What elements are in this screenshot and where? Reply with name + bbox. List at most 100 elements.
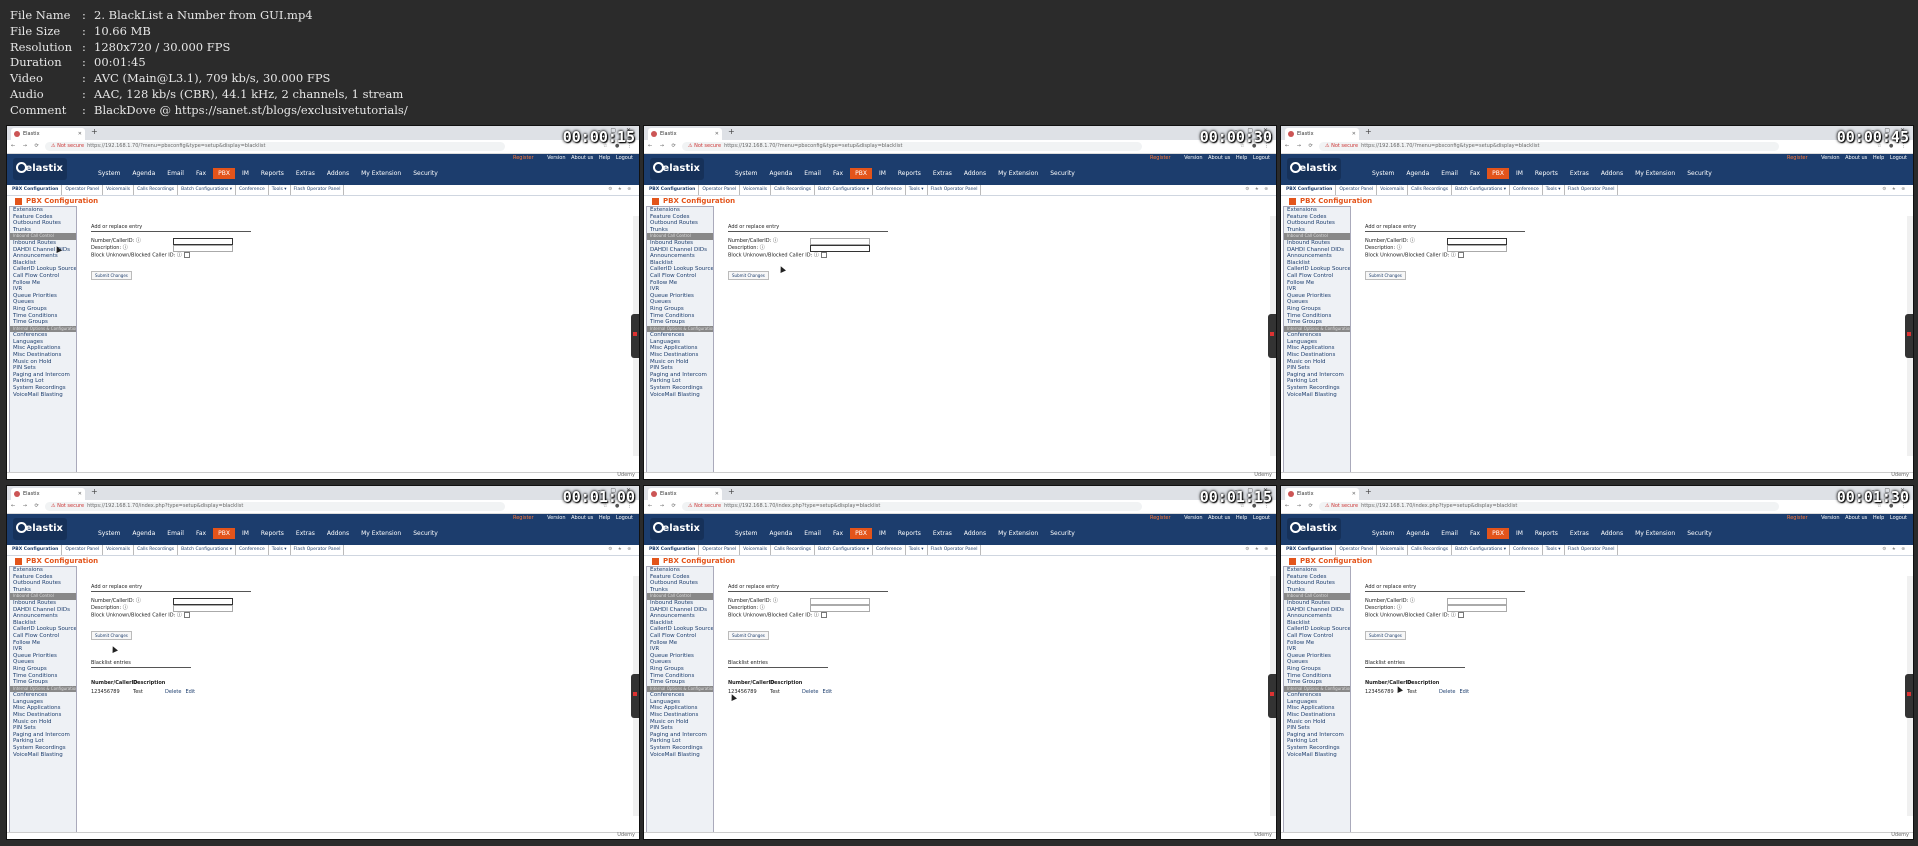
sidebar-item[interactable]: Outbound Routes [1284, 580, 1350, 587]
sidebar-item[interactable]: Time Groups [1284, 679, 1350, 686]
sidebar-item[interactable]: Paging and Intercom [10, 372, 76, 379]
submenu-item[interactable]: Flash Operator Panel [291, 185, 345, 195]
sidebar-item[interactable]: VoiceMail Blasting [10, 392, 76, 399]
sidebar-item[interactable]: Languages [10, 699, 76, 706]
new-tab-icon[interactable]: + [91, 127, 98, 136]
sidebar-item[interactable]: Time Conditions [1284, 673, 1350, 680]
submenu-item[interactable]: PBX Configuration [646, 545, 700, 555]
elastix-logo[interactable]: elastix [13, 158, 67, 180]
sidebar-item[interactable]: Misc Destinations [647, 712, 713, 719]
sidebar-item[interactable]: CallerID Lookup Sources [1284, 626, 1350, 633]
submenu-item[interactable]: PBX Configuration [1283, 545, 1337, 555]
sidebar-item[interactable]: DAHDI Channel DIDs [647, 247, 713, 254]
url-input[interactable]: ⚠ Not secure https://192.168.1.70/index.p… [1319, 502, 1779, 511]
version-link[interactable]: Version [1821, 155, 1839, 161]
sidebar-item[interactable]: Time Groups [647, 319, 713, 326]
menu-item[interactable]: Addons [322, 168, 354, 179]
submenu-item[interactable]: Voicemails [1377, 545, 1409, 555]
sidebar-item[interactable]: Time Conditions [647, 313, 713, 320]
submenu-item[interactable]: Conference [873, 545, 906, 555]
submit-button[interactable]: Submit Changes [728, 631, 769, 640]
version-link[interactable]: Version [547, 515, 565, 521]
menu-item[interactable]: Email [1436, 168, 1463, 179]
submenu-item[interactable]: Calls Recordings [771, 185, 816, 195]
menu-item[interactable]: Fax [191, 168, 211, 179]
sidebar-item[interactable]: Trunks [647, 587, 713, 594]
delete-link[interactable]: Delete [1439, 689, 1455, 695]
sidebar-item[interactable]: Queues [1284, 659, 1350, 666]
recorder-toolbar[interactable] [1905, 314, 1913, 358]
menu-item[interactable]: Fax [828, 528, 848, 539]
elastix-logo[interactable]: elastix [1287, 158, 1341, 180]
browser-tab[interactable]: Elastix ✕ [1285, 488, 1359, 500]
sidebar-item[interactable]: Queues [1284, 299, 1350, 306]
menu-item[interactable]: My Extension [1630, 528, 1680, 539]
sidebar-item[interactable]: Parking Lot [647, 378, 713, 385]
register-link[interactable]: Register [513, 155, 534, 161]
sidebar-item[interactable]: DAHDI Channel DIDs [10, 247, 76, 254]
submenu-item[interactable]: Batch Configurations ▾ [178, 545, 237, 555]
submenu-item[interactable]: Operator Panel [699, 545, 741, 555]
sidebar-item[interactable]: Inbound Routes [10, 600, 76, 607]
submenu-item[interactable]: Conference [236, 185, 269, 195]
sidebar-item[interactable]: Feature Codes [1284, 214, 1350, 221]
sidebar-item[interactable]: Extensions [10, 207, 76, 214]
sidebar-item[interactable]: Time Groups [1284, 319, 1350, 326]
sidebar-item[interactable]: Feature Codes [10, 574, 76, 581]
sidebar-item[interactable]: Parking Lot [10, 378, 76, 385]
menu-item[interactable]: Agenda [127, 528, 160, 539]
menu-item[interactable]: Extras [928, 528, 957, 539]
description-input[interactable] [173, 245, 233, 252]
logout-link[interactable]: Logout [1253, 155, 1270, 161]
browser-tab[interactable]: Elastix ✕ [648, 128, 722, 140]
menu-item[interactable]: Reports [256, 168, 289, 179]
sidebar-item[interactable]: Call Flow Control [647, 633, 713, 640]
sidebar-item[interactable]: Music on Hold [647, 719, 713, 726]
close-icon[interactable]: ✕ [1352, 488, 1356, 500]
submenu-item[interactable]: Flash Operator Panel [1565, 545, 1619, 555]
menu-item[interactable]: Reports [1530, 168, 1563, 179]
submit-button[interactable]: Submit Changes [728, 271, 769, 280]
sidebar-item[interactable]: Music on Hold [10, 359, 76, 366]
recorder-toolbar[interactable] [1268, 674, 1276, 718]
sidebar-item[interactable]: Feature Codes [1284, 574, 1350, 581]
sidebar-item[interactable]: DAHDI Channel DIDs [1284, 607, 1350, 614]
submit-button[interactable]: Submit Changes [1365, 271, 1406, 280]
menu-item[interactable]: Agenda [764, 528, 797, 539]
help-link[interactable]: Help [1236, 515, 1247, 521]
register-link[interactable]: Register [1150, 515, 1171, 521]
nav-buttons-icon[interactable]: ← → ⟳ [1285, 143, 1316, 149]
sidebar-item[interactable]: CallerID Lookup Sources [10, 626, 76, 633]
menu-item[interactable]: Security [1045, 168, 1080, 179]
submenu-item[interactable]: Calls Recordings [1408, 185, 1453, 195]
sidebar-item[interactable]: Inbound Routes [1284, 600, 1350, 607]
new-tab-icon[interactable]: + [1365, 487, 1372, 496]
menu-item[interactable]: Email [799, 168, 826, 179]
submit-button[interactable]: Submit Changes [91, 631, 132, 640]
sidebar-item[interactable]: Conferences [647, 692, 713, 699]
new-tab-icon[interactable]: + [728, 487, 735, 496]
sidebar-item[interactable]: IVR [1284, 286, 1350, 293]
sidebar-item[interactable]: Parking Lot [1284, 378, 1350, 385]
menu-item[interactable]: Email [799, 528, 826, 539]
submenu-item[interactable]: Batch Configurations ▾ [815, 185, 874, 195]
menu-item[interactable]: My Extension [356, 528, 406, 539]
sidebar-item[interactable]: Queue Priorities [647, 653, 713, 660]
sidebar-item[interactable]: Conferences [1284, 332, 1350, 339]
block-checkbox[interactable] [183, 252, 190, 258]
sidebar-item[interactable]: Ring Groups [10, 666, 76, 673]
sidebar-item[interactable]: Announcements [1284, 253, 1350, 260]
sidebar-item[interactable]: Music on Hold [10, 719, 76, 726]
help-link[interactable]: Help [1873, 515, 1884, 521]
menu-item[interactable]: Extras [291, 528, 320, 539]
sidebar-item[interactable]: DAHDI Channel DIDs [1284, 247, 1350, 254]
block-checkbox[interactable] [1457, 612, 1464, 618]
submenu-item[interactable]: Operator Panel [1336, 545, 1378, 555]
sidebar-item[interactable]: Languages [1284, 339, 1350, 346]
submenu-item[interactable]: Voicemails [740, 185, 772, 195]
menu-item[interactable]: Security [408, 528, 443, 539]
description-input[interactable] [810, 245, 870, 252]
recorder-toolbar[interactable] [1905, 674, 1913, 718]
nav-buttons-icon[interactable]: ← → ⟳ [648, 143, 679, 149]
menu-item[interactable]: IM [1511, 168, 1528, 179]
